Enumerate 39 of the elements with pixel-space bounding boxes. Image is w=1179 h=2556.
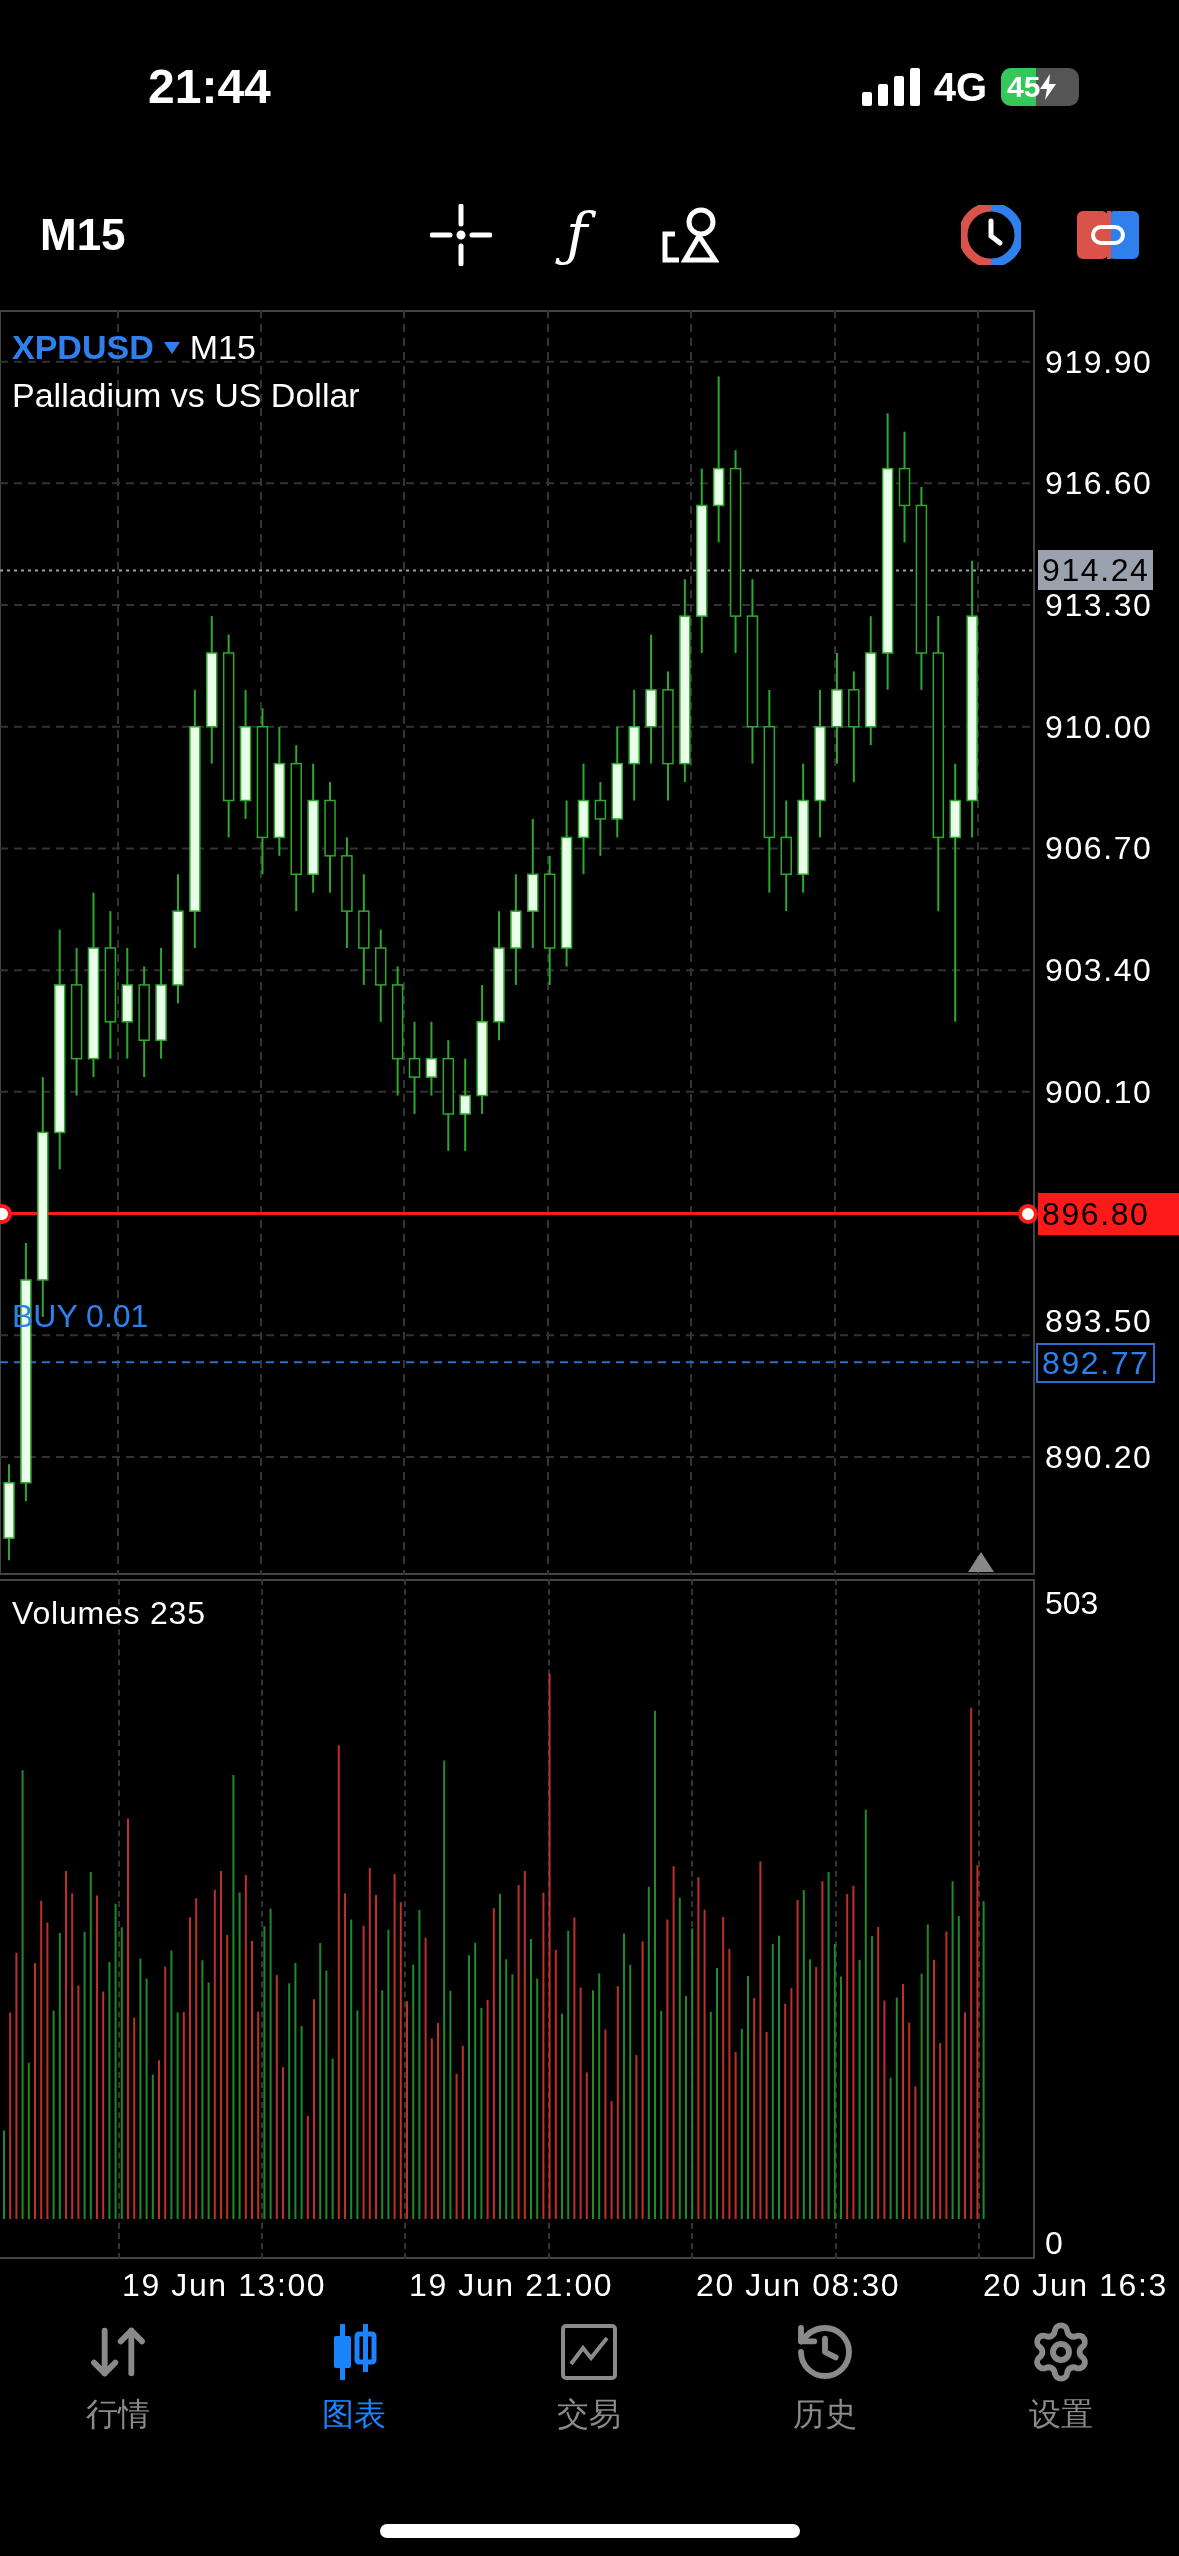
scroll-marker-icon	[968, 1552, 994, 1572]
price-tick: 890.20	[1045, 1440, 1153, 1473]
price-tick: 916.60	[1045, 467, 1153, 500]
tab-bar-item[interactable]: 行情	[0, 2320, 236, 2460]
volume-title: Volumes 235	[12, 1594, 206, 1633]
price-tick: 903.40	[1045, 954, 1153, 987]
time-label: 20 Jun 08:30	[696, 2265, 902, 2305]
volume-min-tick: 0	[1045, 2224, 1063, 2263]
tab-bar-item[interactable]: 历史	[707, 2320, 944, 2460]
symbol-description: Palladium vs US Dollar	[12, 375, 360, 416]
bid-price-label: 896.80	[1038, 1192, 1179, 1235]
price-tick: 913.30	[1045, 589, 1153, 622]
price-tick: 906.70	[1045, 832, 1153, 865]
time-label: 19 Jun 21:00	[409, 2265, 615, 2305]
price-tick: 893.50	[1045, 1305, 1153, 1338]
price-tick: 910.00	[1045, 710, 1153, 743]
price-tick: 900.10	[1045, 1075, 1153, 1108]
chart-timeframe: M15	[189, 327, 256, 368]
clock-toggle-icon[interactable]	[961, 205, 1021, 265]
volume-max-tick: 503	[1045, 1584, 1099, 1623]
crosshair-icon[interactable]	[430, 204, 492, 266]
time-label: 20 Jun 16:3	[983, 2265, 1169, 2305]
one-click-trading-icon[interactable]	[1077, 211, 1139, 259]
signal-icon	[861, 68, 920, 106]
price-tick: 919.90	[1045, 345, 1153, 378]
network-type: 4G	[933, 64, 987, 111]
ask-price-label: 914.24	[1038, 550, 1154, 591]
shapes-icon[interactable]	[661, 206, 720, 264]
dropdown-caret-icon[interactable]	[163, 341, 180, 354]
order-price-label: 892.77	[1036, 1343, 1156, 1384]
indicators-button[interactable]: ƒ	[556, 194, 598, 276]
tab-bar-item[interactable]: 交易	[471, 2320, 708, 2460]
status-time: 21:44	[148, 59, 271, 115]
time-label: 19 Jun 13:00	[122, 2265, 328, 2305]
tab-bar-item[interactable]: 图表	[235, 2320, 472, 2460]
symbol-button[interactable]: XPDUSD	[12, 322, 154, 373]
timeframe-button[interactable]: M15	[40, 202, 430, 268]
tab-bar-item[interactable]: 设置	[943, 2320, 1179, 2460]
line-handle-icon	[1018, 1203, 1038, 1224]
